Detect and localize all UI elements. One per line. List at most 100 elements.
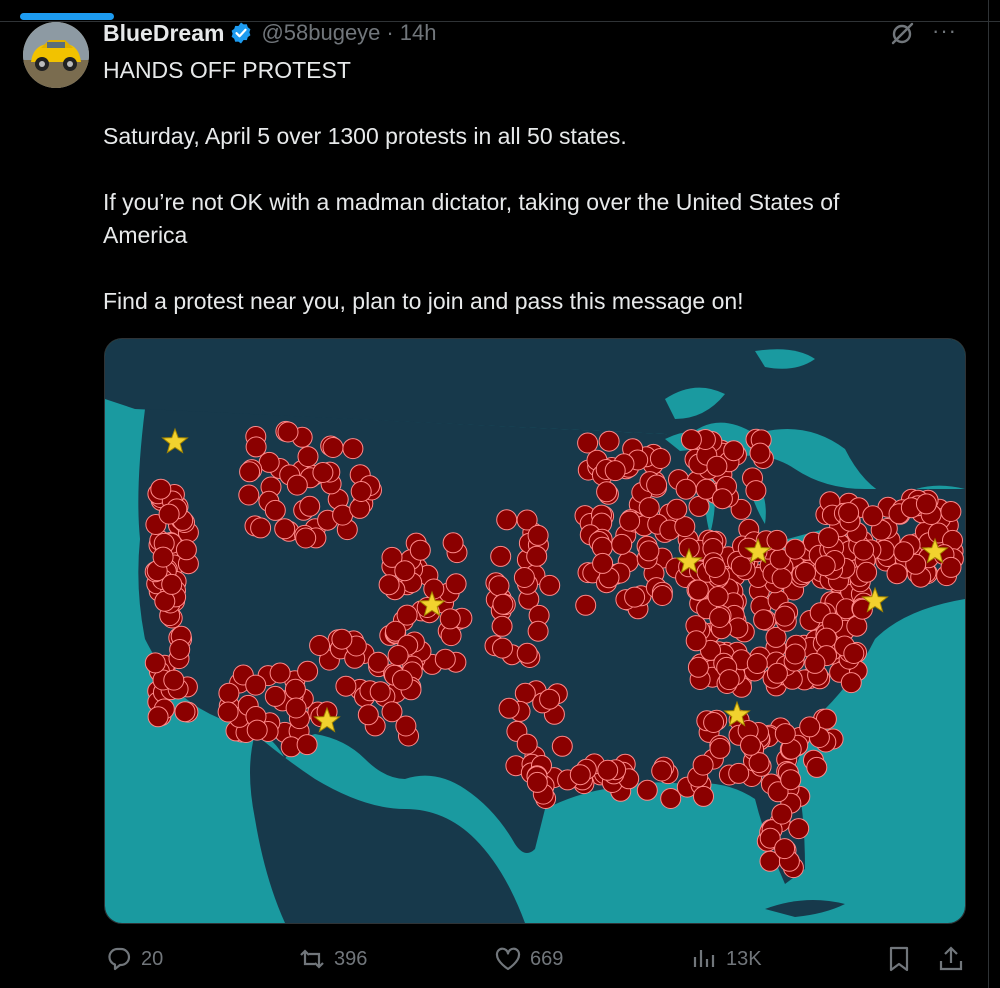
protest-marker	[269, 662, 291, 684]
protest-marker	[815, 627, 837, 649]
protest-marker	[169, 639, 191, 660]
protest-marker	[264, 685, 286, 707]
protest-marker	[526, 771, 548, 793]
protest-marker	[527, 524, 549, 546]
protest-marker	[649, 448, 671, 469]
protest-marker	[516, 733, 538, 755]
protest-marker	[299, 495, 321, 517]
protest-marker	[218, 682, 240, 704]
protest-marker	[442, 532, 464, 554]
protest-marker	[709, 737, 731, 759]
protest-marker	[369, 681, 391, 703]
protest-marker	[915, 493, 937, 515]
protest-marker	[596, 481, 618, 503]
protest-marker	[445, 573, 467, 595]
protest-marker	[161, 573, 183, 595]
protest-marker	[771, 567, 793, 589]
separator-dot: ·	[386, 20, 394, 45]
protest-marker	[381, 701, 403, 723]
protest-marker	[391, 669, 413, 691]
protest-marker	[144, 652, 166, 674]
protest-marker	[322, 437, 344, 458]
protest-marker	[638, 497, 660, 519]
repost-button[interactable]: 396	[298, 945, 367, 973]
protest-marker	[239, 461, 261, 483]
protest-marker	[818, 527, 839, 549]
protest-marker	[638, 540, 660, 562]
protest-marker	[491, 615, 513, 637]
protest-marker	[784, 538, 806, 560]
protest-marker	[498, 697, 520, 719]
protest-marker	[771, 803, 793, 825]
share-button[interactable]	[937, 945, 965, 978]
protest-marker	[745, 480, 767, 502]
protest-marker	[843, 643, 865, 664]
protest-marker	[604, 460, 626, 482]
protest-marker	[286, 474, 308, 496]
more-options-icon[interactable]: ···	[932, 18, 957, 44]
protest-marker	[295, 527, 317, 549]
author-handle[interactable]: @58bugeye	[261, 20, 380, 46]
protest-marker	[513, 567, 535, 588]
views-bar-chart-icon	[693, 950, 715, 967]
protest-marker	[788, 818, 810, 840]
protest-marker	[707, 586, 729, 607]
protest-marker	[285, 697, 307, 719]
protest-marker	[514, 682, 536, 704]
protest-marker	[646, 474, 668, 496]
reply-icon	[108, 947, 131, 971]
grok-icon[interactable]	[888, 20, 916, 48]
protest-marker	[175, 539, 197, 561]
views-count: 13K	[726, 947, 762, 970]
post-actions: 20 396 669 13K	[0, 945, 1000, 981]
protest-marker	[940, 501, 962, 522]
scroll-accent-bar	[20, 13, 114, 20]
reply-count: 20	[141, 947, 164, 970]
views-button[interactable]: 13K	[690, 945, 762, 973]
protest-marker	[730, 555, 752, 577]
protest-marker	[624, 586, 646, 608]
protest-marker	[692, 754, 714, 776]
protest-marker	[862, 505, 884, 527]
protest-marker	[492, 593, 514, 615]
protest-marker	[728, 762, 750, 784]
avatar-car-image	[23, 22, 89, 88]
protest-marker	[749, 442, 771, 464]
bookmark-icon	[889, 946, 909, 972]
timeline-border	[988, 0, 989, 988]
protest-marker	[490, 545, 512, 567]
post-time[interactable]: 14h	[400, 20, 437, 46]
share-icon	[939, 946, 963, 971]
protest-marker	[150, 478, 172, 500]
protest-marker	[539, 574, 561, 596]
protest-marker	[569, 764, 591, 786]
protest-marker	[597, 759, 619, 781]
protest-marker	[496, 509, 518, 531]
protest-marker	[217, 701, 239, 723]
protest-marker	[158, 503, 180, 525]
protest-marker	[551, 735, 573, 757]
author-name[interactable]: BlueDream	[103, 20, 224, 47]
protest-marker	[174, 701, 196, 723]
like-button[interactable]: 669	[494, 945, 563, 973]
reply-button[interactable]: 20	[105, 945, 163, 973]
protest-marker	[804, 652, 826, 674]
avatar[interactable]	[23, 22, 89, 88]
protest-marker	[680, 429, 702, 451]
post-media-map[interactable]	[104, 338, 966, 924]
bookmark-button[interactable]	[885, 945, 913, 978]
repost-icon	[300, 949, 324, 969]
protest-marker	[718, 669, 740, 691]
protest-marker	[357, 704, 379, 726]
protest-marker	[296, 734, 318, 756]
protest-marker	[799, 716, 821, 738]
protest-marker	[309, 635, 331, 656]
protest-marker	[766, 662, 788, 684]
protest-marker	[753, 609, 775, 631]
protest-marker	[434, 648, 456, 670]
protest-marker	[539, 688, 561, 710]
protest-marker	[795, 562, 816, 583]
protest-marker	[350, 481, 372, 502]
protest-marker	[245, 436, 267, 458]
protest-marker	[703, 712, 725, 733]
